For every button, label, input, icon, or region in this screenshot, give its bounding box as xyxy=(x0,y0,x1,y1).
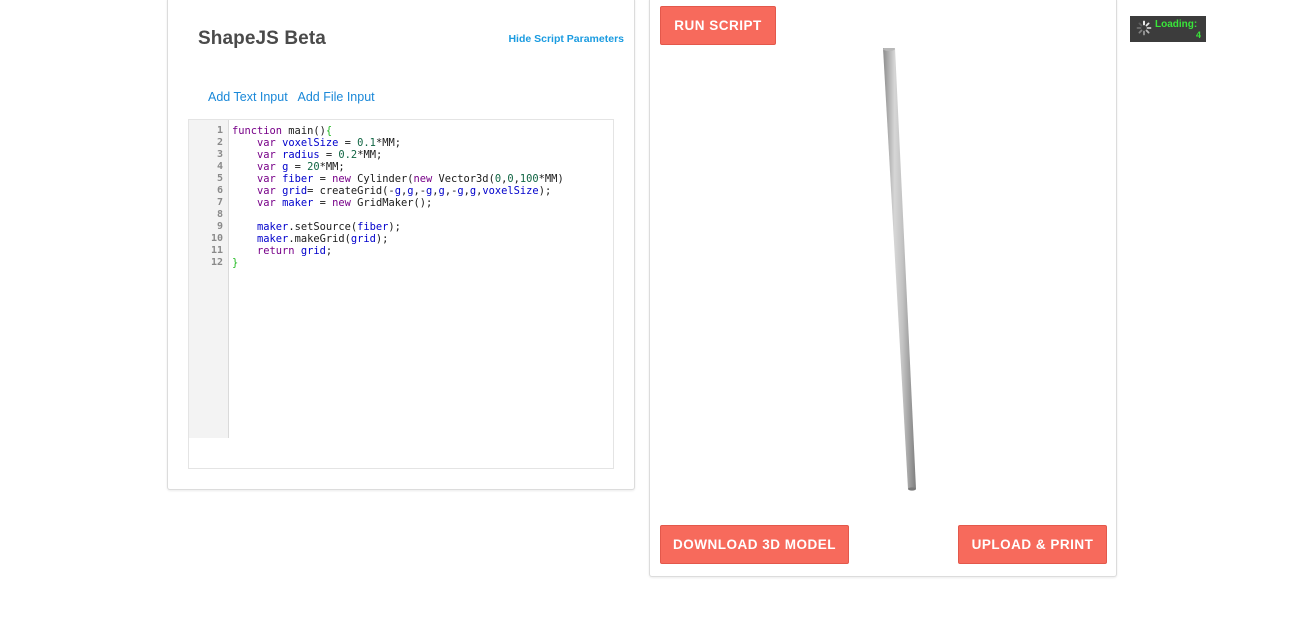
script-panel: ShapeJS Beta Hide Script Parameters Add … xyxy=(167,0,635,490)
line-number: 5 xyxy=(216,173,223,184)
code-line: var maker = new GridMaker(); xyxy=(257,197,433,209)
line-number: 3 xyxy=(216,149,223,160)
cylinder-model xyxy=(883,47,916,491)
code-text[interactable]: function main(){ var voxelSize = 0.1*MM;… xyxy=(232,125,564,269)
spinner-icon xyxy=(1136,20,1152,36)
loading-label: Loading: xyxy=(1155,19,1198,30)
line-number: 12 xyxy=(210,257,223,268)
code-line: function main(){ xyxy=(232,125,333,137)
line-number: 4 xyxy=(216,161,223,172)
add-file-input-link[interactable]: Add File Input xyxy=(297,90,374,104)
run-script-button[interactable]: RUN SCRIPT xyxy=(660,6,776,45)
code-line: var fiber = new Cylinder(new Vector3d(0,… xyxy=(257,173,564,185)
line-number: 10 xyxy=(210,233,223,244)
code-line: var grid= createGrid(-g,g,-g,g,-g,g,voxe… xyxy=(257,185,552,197)
app-title: ShapeJS Beta xyxy=(198,28,326,49)
add-input-links: Add Text Input Add File Input xyxy=(208,90,382,104)
add-text-input-link[interactable]: Add Text Input xyxy=(208,90,288,104)
code-line: maker.makeGrid(grid); xyxy=(257,233,389,245)
line-number: 6 xyxy=(216,185,223,196)
3d-viewport[interactable] xyxy=(660,47,1106,518)
code-line: maker.setSource(fiber); xyxy=(257,221,401,233)
code-line: var g = 20*MM; xyxy=(257,161,345,173)
loading-count: 4 xyxy=(1195,30,1201,40)
code-line: var radius = 0.2*MM; xyxy=(257,149,383,161)
line-number-gutter: 1 2 3 4 5 6 7 8 9 10 11 12 xyxy=(189,120,229,438)
code-line: } xyxy=(232,257,239,269)
cylinder-body xyxy=(883,48,916,489)
viewer-panel: RUN SCRIPT DOWNLOAD 3D MODEL UPLOAD & PR… xyxy=(649,0,1117,577)
code-line: var voxelSize = 0.1*MM; xyxy=(257,137,401,149)
download-3d-model-button[interactable]: DOWNLOAD 3D MODEL xyxy=(660,525,849,564)
line-number: 2 xyxy=(216,137,223,148)
upload-and-print-button[interactable]: UPLOAD & PRINT xyxy=(958,525,1107,564)
hide-script-parameters-link[interactable]: Hide Script Parameters xyxy=(508,33,624,45)
line-number: 7 xyxy=(216,197,223,208)
line-number: 9 xyxy=(216,221,223,232)
line-number: 11 xyxy=(210,245,223,256)
cylinder-bottom-cap xyxy=(908,487,916,491)
line-number: 1 xyxy=(216,125,223,136)
code-editor[interactable]: 1 2 3 4 5 6 7 8 9 10 11 12 function main… xyxy=(188,119,614,469)
line-number: 8 xyxy=(216,209,223,220)
loading-indicator: Loading: 4 xyxy=(1130,16,1206,42)
code-line: return grid; xyxy=(257,245,333,257)
